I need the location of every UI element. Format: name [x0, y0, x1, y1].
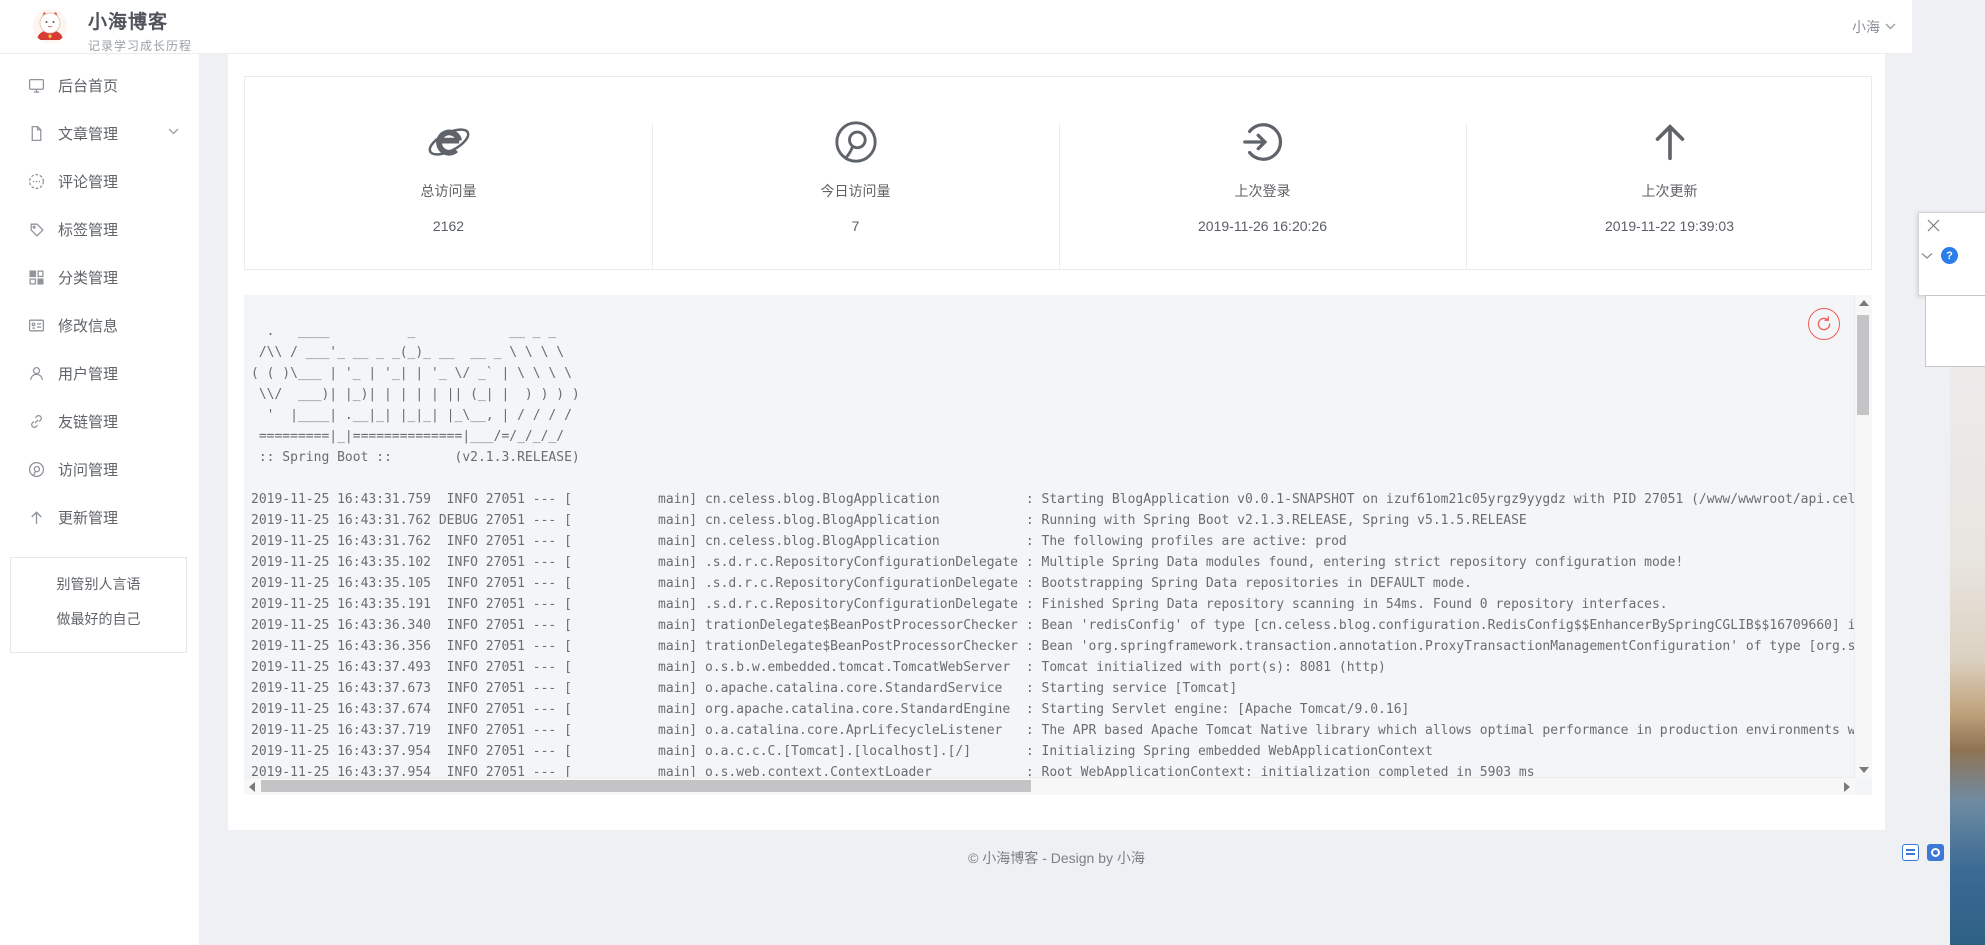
quote-line: 别管别人言语 [11, 575, 186, 593]
site-logo-avatar [33, 9, 67, 43]
sidebar-item-categories[interactable]: 分类管理 [0, 253, 199, 301]
sidebar-item-users[interactable]: 用户管理 [0, 349, 199, 397]
sidebar-item-label: 评论管理 [58, 171, 118, 192]
sidebar-nav: 后台首页 文章管理 评论管理 [0, 53, 199, 945]
chevron-down-icon [168, 128, 179, 135]
cat-mascot-icon [33, 9, 67, 43]
footer-copyright: © 小海博客 - Design by 小海 [228, 848, 1885, 868]
edge-app-icons [1902, 844, 1944, 861]
user-dropdown[interactable]: 小海 [1852, 0, 1896, 53]
sidebar-item-label: 更新管理 [58, 507, 118, 528]
stats-card: 总访问量 2162 今日访问量 7 上次登录 2019-11-26 16:2 [244, 76, 1872, 270]
horizontal-scroll-thumb[interactable] [261, 780, 1031, 792]
help-label: ? [1946, 250, 1953, 262]
chevron-down-icon [1885, 23, 1896, 30]
site-title: 小海博客 [88, 7, 192, 34]
tag-icon [28, 221, 45, 238]
sidebar-item-label: 标签管理 [58, 219, 118, 240]
scroll-up-arrow-icon[interactable] [1859, 300, 1869, 306]
scroll-down-arrow-icon[interactable] [1859, 767, 1869, 773]
scroll-left-arrow-icon[interactable] [249, 782, 255, 792]
popup-controls: ? [1921, 247, 1958, 264]
sidebar-item-visits[interactable]: 访问管理 [0, 445, 199, 493]
login-icon [1240, 119, 1286, 165]
quote-line: 做最好的自己 [11, 610, 186, 628]
popup-close-button[interactable] [1927, 219, 1940, 232]
log-console[interactable]: . ____ _ __ _ _ /\\ / ___'_ __ _ _(_)_ _… [244, 295, 1872, 795]
sidebar-item-label: 文章管理 [58, 123, 118, 144]
console-log: . ____ _ __ _ _ /\\ / ___'_ __ _ _(_)_ _… [244, 295, 1855, 783]
desktop-wallpaper-strip [1950, 294, 1985, 945]
stat-label: 上次更新 [1642, 181, 1698, 201]
stat-value: 2162 [433, 218, 464, 234]
popup-input-box[interactable] [1925, 295, 1985, 367]
stat-label: 今日访问量 [821, 181, 891, 201]
arrow-up-icon [28, 509, 45, 526]
sidebar-item-comments[interactable]: 评论管理 [0, 157, 199, 205]
sidebar-menu: 后台首页 文章管理 评论管理 [0, 53, 199, 541]
sidebar-item-label: 访问管理 [58, 459, 118, 480]
stat-value: 2019-11-26 16:20:26 [1198, 218, 1327, 234]
sidebar-item-articles[interactable]: 文章管理 [0, 109, 199, 157]
monitor-icon [28, 77, 45, 94]
stat-value: 2019-11-22 19:39:03 [1605, 218, 1734, 234]
ie-browser-icon [426, 119, 472, 165]
sidebar-item-label: 分类管理 [58, 267, 118, 288]
floating-popup-panel: ? [1918, 212, 1985, 296]
app-icon[interactable] [1927, 844, 1944, 861]
stat-label: 总访问量 [421, 181, 477, 201]
stat-last-update: 上次更新 2019-11-22 19:39:03 [1466, 77, 1873, 269]
comment-icon [28, 173, 45, 190]
sidebar-item-tags[interactable]: 标签管理 [0, 205, 199, 253]
sidebar-item-friend-links[interactable]: 友链管理 [0, 397, 199, 445]
vertical-scrollbar[interactable] [1854, 295, 1872, 778]
refresh-log-button[interactable] [1808, 308, 1840, 340]
sidebar-item-label: 修改信息 [58, 315, 118, 336]
user-icon [28, 365, 45, 382]
stat-label: 上次登录 [1235, 181, 1291, 201]
link-icon [28, 413, 45, 430]
update-arrow-icon [1647, 119, 1693, 165]
help-button[interactable]: ? [1941, 247, 1958, 264]
vertical-scroll-thumb[interactable] [1857, 315, 1869, 415]
sidebar-item-profile-edit[interactable]: 修改信息 [0, 301, 199, 349]
stat-last-login: 上次登录 2019-11-26 16:20:26 [1059, 77, 1466, 269]
stat-today-visits: 今日访问量 7 [652, 77, 1059, 269]
brand-block: 小海博客 记录学习成长历程 [88, 7, 192, 54]
stat-value: 7 [852, 218, 860, 234]
browser-edge-gap [1912, 0, 1985, 212]
sidebar-item-label: 友链管理 [58, 411, 118, 432]
refresh-icon [1815, 315, 1833, 333]
sidebar-item-label: 后台首页 [58, 75, 118, 96]
horizontal-scrollbar[interactable] [244, 777, 1855, 795]
chrome-browser-icon [833, 119, 879, 165]
sidebar-item-label: 用户管理 [58, 363, 118, 384]
id-card-icon [28, 317, 45, 334]
sidebar-item-updates[interactable]: 更新管理 [0, 493, 199, 541]
sidebar-quote: 别管别人言语 做最好的自己 [10, 557, 187, 653]
main-panel: 总访问量 2162 今日访问量 7 上次登录 2019-11-26 16:2 [228, 53, 1885, 830]
user-name: 小海 [1852, 17, 1880, 37]
chevron-down-icon[interactable] [1921, 252, 1933, 260]
close-icon [1927, 219, 1940, 232]
document-icon [28, 125, 45, 142]
grid-icon [28, 269, 45, 286]
browser-icon [28, 461, 45, 478]
sidebar-item-dashboard[interactable]: 后台首页 [0, 61, 199, 109]
admin-dashboard: 小海博客 记录学习成长历程 小海 后台首页 文章管理 [0, 0, 1985, 945]
top-header: 小海博客 记录学习成长历程 小海 [0, 0, 1985, 54]
site-subtitle: 记录学习成长历程 [88, 37, 192, 54]
stat-total-visits: 总访问量 2162 [245, 77, 652, 269]
scroll-right-arrow-icon[interactable] [1844, 782, 1850, 792]
app-icon[interactable] [1902, 844, 1919, 861]
